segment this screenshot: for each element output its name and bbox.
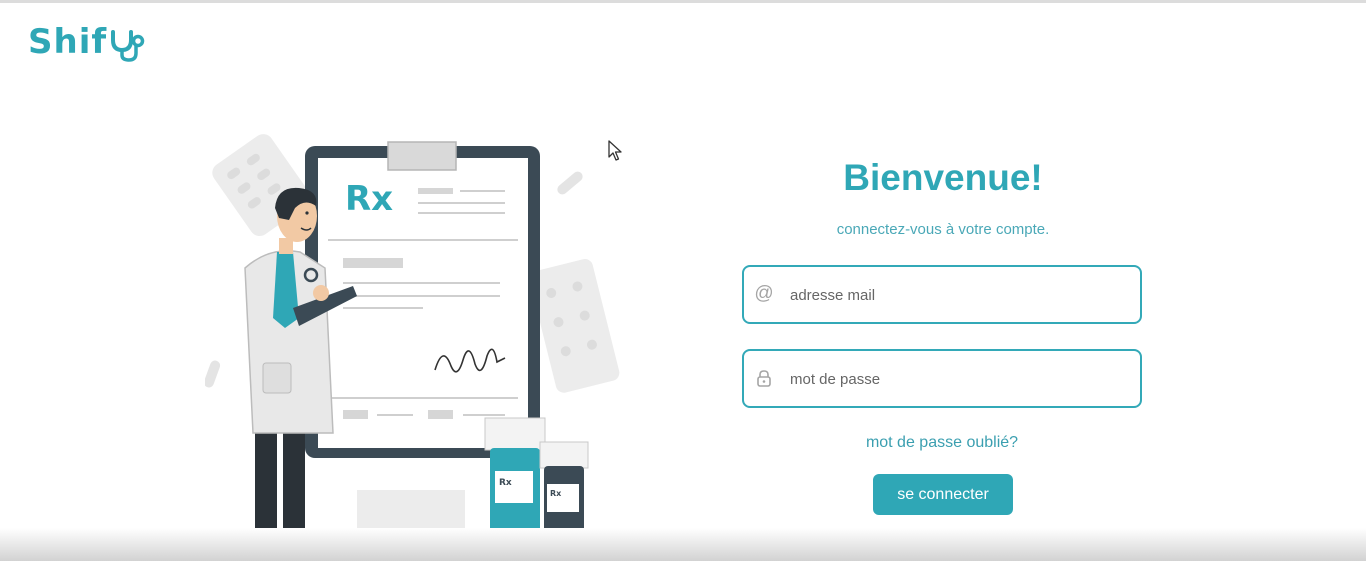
email-input[interactable] [788,279,1132,311]
rx-symbol: Rx [345,179,393,219]
top-border [0,0,1366,3]
brand-name: Shif [28,22,108,62]
lock-icon [757,370,771,387]
medicine-bottles: Rx Rx [484,417,589,546]
forgot-password-link[interactable]: mot de passe oublié? [742,433,1142,453]
doctor-prescription-illustration: Rx Rx Rx [205,134,620,547]
at-sign-icon: @ [754,283,774,304]
pill-blister-right [529,259,620,393]
password-input[interactable] [788,363,1132,395]
capsule [557,171,583,195]
email-field[interactable]: @ [742,265,1142,324]
brand-logo[interactable]: Shif [28,20,145,64]
login-button[interactable]: se connecter [873,474,1013,515]
stethoscope-icon [111,30,145,62]
svg-text:Rx: Rx [499,478,512,488]
page-title: Bienvenue! [843,157,1043,198]
bottom-shade [0,528,1366,561]
svg-text:Rx: Rx [550,489,562,498]
clipboard-clip [387,141,457,171]
page-subtitle: connectez-vous à votre compte. [836,221,1050,238]
password-field[interactable] [742,349,1142,408]
capsule [205,360,221,388]
login-form: Bienvenue! connectez-vous à votre compte… [742,150,1144,515]
mouse-cursor-icon [608,140,622,161]
